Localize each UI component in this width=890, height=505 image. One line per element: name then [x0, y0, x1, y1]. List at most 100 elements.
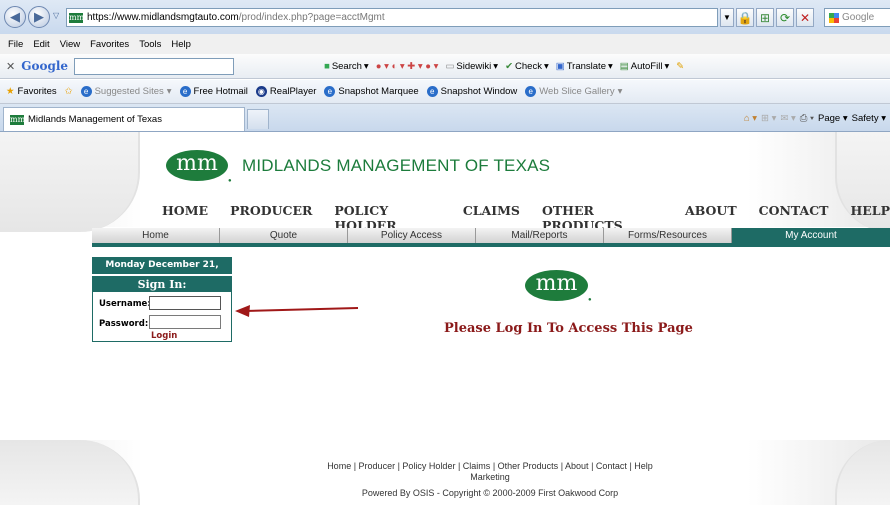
- password-label: Password:: [99, 319, 149, 329]
- site-favicon-icon: mm: [10, 114, 26, 125]
- sidewiki-icon: ▭: [445, 60, 455, 72]
- menu-file[interactable]: File: [8, 39, 23, 50]
- menu-view[interactable]: View: [60, 39, 80, 50]
- mail-icon[interactable]: ✉ ▾: [780, 113, 795, 124]
- menu-edit[interactable]: Edit: [33, 39, 49, 50]
- safety-menu[interactable]: Safety ▾: [852, 113, 886, 124]
- footer-link-policy-holder[interactable]: Policy Holder: [402, 461, 455, 471]
- footer-link-home[interactable]: Home: [327, 461, 351, 471]
- check-button[interactable]: ✔ Check ▾: [505, 61, 549, 72]
- footer-link-contact[interactable]: Contact: [596, 461, 627, 471]
- compatibility-button[interactable]: ⊞: [756, 8, 774, 27]
- back-button[interactable]: ◀: [4, 6, 26, 28]
- security-lock-button[interactable]: 🔒: [736, 8, 754, 27]
- company-name: MIDLANDS MANAGEMENT OF TEXAS: [242, 156, 551, 175]
- fav-suggested-sites[interactable]: e Suggested Sites ▾: [80, 86, 172, 97]
- url-path: /prod/index.php?page=acctMgmt: [238, 12, 385, 23]
- star-icon: ★: [6, 86, 15, 97]
- footer-link-about[interactable]: About: [565, 461, 589, 471]
- lock-icon: 🔒: [737, 10, 753, 25]
- home-icon[interactable]: ⌂ ▾: [744, 113, 757, 124]
- login-button[interactable]: Login: [151, 331, 177, 341]
- url-host: https://www.midlandsmgtauto.com: [87, 12, 239, 23]
- check-label: Check: [515, 60, 542, 72]
- toolbar-extras[interactable]: ● ▾ ◐ ▾ ✚ ▾ ● ▾: [376, 61, 439, 72]
- google-brand: Google: [21, 59, 69, 73]
- footer-link-marketing[interactable]: Marketing: [470, 472, 510, 482]
- subnav-home[interactable]: Home: [92, 228, 220, 243]
- fav-label: Free Hotmail: [193, 86, 248, 97]
- stop-button[interactable]: ✕: [796, 8, 814, 27]
- url-field[interactable]: mm https://www.midlandsmgtauto.com/prod/…: [66, 8, 718, 27]
- pencil-icon[interactable]: ✎: [676, 61, 684, 72]
- chevron-down-icon: ▼: [723, 13, 731, 22]
- subnav-quote[interactable]: Quote: [220, 228, 348, 243]
- browser-menu-bar: File Edit View Favorites Tools Help: [0, 34, 890, 54]
- subnav-policy-access[interactable]: Policy Access: [348, 228, 476, 243]
- page-menu[interactable]: Page ▾: [818, 113, 848, 124]
- tab-title: Midlands Management of Texas: [28, 114, 162, 125]
- menu-tools[interactable]: Tools: [139, 39, 161, 50]
- ie-icon: e: [426, 86, 438, 97]
- ie-icon: e: [80, 86, 92, 97]
- favorites-button[interactable]: ★ Favorites: [6, 86, 57, 97]
- refresh-button[interactable]: ⟳: [776, 8, 794, 27]
- ie-icon: e: [324, 86, 336, 97]
- username-input[interactable]: [149, 296, 221, 310]
- forward-button[interactable]: ▶: [28, 6, 50, 28]
- menu-help[interactable]: Help: [171, 39, 191, 50]
- add-favorite-button[interactable]: ✩: [65, 86, 73, 97]
- google-icon: [829, 12, 839, 23]
- history-dropdown-icon[interactable]: ▽: [53, 11, 59, 20]
- fav-free-hotmail[interactable]: e Free Hotmail: [179, 86, 248, 97]
- footer-link-help[interactable]: Help: [634, 461, 653, 471]
- tab-midlands[interactable]: mm Midlands Management of Texas: [3, 107, 245, 131]
- feeds-icon[interactable]: ⊞ ▾: [761, 113, 776, 124]
- current-date: Monday December 21, 2009: [92, 257, 232, 287]
- google-search-label: Search: [331, 60, 362, 72]
- google-toolbar: ✕ Google ■ Search ▾ ● ▾ ◐ ▾ ✚ ▾ ● ▾ ▭ Side…: [0, 54, 890, 79]
- arrow-shaft: [243, 307, 359, 312]
- fav-web-slice-gallery[interactable]: e Web Slice Gallery ▾: [525, 86, 622, 97]
- translate-button[interactable]: ▣ Translate ▾: [556, 61, 613, 72]
- close-toolbar-icon[interactable]: ✕: [6, 60, 15, 73]
- menu-favorites[interactable]: Favorites: [90, 39, 129, 50]
- fav-label: Snapshot Window: [440, 86, 518, 97]
- logo-trademark-dot: ●: [228, 178, 232, 184]
- google-search-button[interactable]: ■ Search ▾: [324, 61, 369, 72]
- favorites-label: Favorites: [17, 86, 57, 97]
- fav-snapshot-marquee[interactable]: e Snapshot Marquee: [324, 86, 419, 97]
- login-required-message: Please Log In To Access This Page: [444, 321, 693, 336]
- center-logo-dot: ●: [588, 297, 592, 303]
- forward-arrow-icon: ▶: [34, 9, 44, 24]
- subnav-mail-reports[interactable]: Mail/Reports: [476, 228, 604, 243]
- autofill-button[interactable]: ▤ AutoFill ▾: [620, 61, 669, 72]
- autofill-icon: ▤: [619, 60, 629, 72]
- fav-realplayer[interactable]: ◉ RealPlayer: [255, 86, 316, 97]
- fav-snapshot-window[interactable]: e Snapshot Window: [426, 86, 518, 97]
- print-icon[interactable]: ⎙ ▾: [800, 113, 814, 124]
- arrow-head: [235, 305, 250, 317]
- footer-link-claims[interactable]: Claims: [463, 461, 491, 471]
- browser-search-input[interactable]: Google: [824, 8, 890, 27]
- site-favicon-icon: mm: [69, 12, 85, 23]
- center-logo: mm: [525, 270, 588, 301]
- url-dropdown-button[interactable]: ▼: [720, 8, 734, 27]
- favorites-bar: ★ Favorites ✩ e Suggested Sites ▾ e Free Ho…: [0, 80, 890, 104]
- command-bar: ⌂ ▾ ⊞ ▾ ✉ ▾ ⎙ ▾ Page ▾ Safety ▾: [744, 108, 890, 128]
- google-search-input[interactable]: [74, 57, 235, 75]
- subnav-forms-resources[interactable]: Forms/Resources: [604, 228, 732, 243]
- footer-link-producer[interactable]: Producer: [359, 461, 396, 471]
- plugin-icons: ● ▾ ◐ ▾ ✚ ▾ ● ▾: [375, 60, 439, 72]
- new-tab-button[interactable]: [247, 109, 269, 129]
- footer-link-other-products[interactable]: Other Products: [498, 461, 559, 471]
- sidewiki-button[interactable]: ▭ Sidewiki ▾: [445, 61, 498, 72]
- footer-links: Home | Producer | Policy Holder | Claims…: [327, 461, 653, 482]
- site-logo[interactable]: mm: [166, 150, 228, 181]
- signin-title: Sign In:: [93, 277, 231, 292]
- fav-label: Snapshot Marquee: [338, 86, 419, 97]
- close-icon: ✕: [799, 10, 811, 25]
- password-input[interactable]: [149, 315, 221, 329]
- subnav-my-account[interactable]: My Account: [732, 228, 890, 243]
- ie-icon: e: [179, 86, 191, 97]
